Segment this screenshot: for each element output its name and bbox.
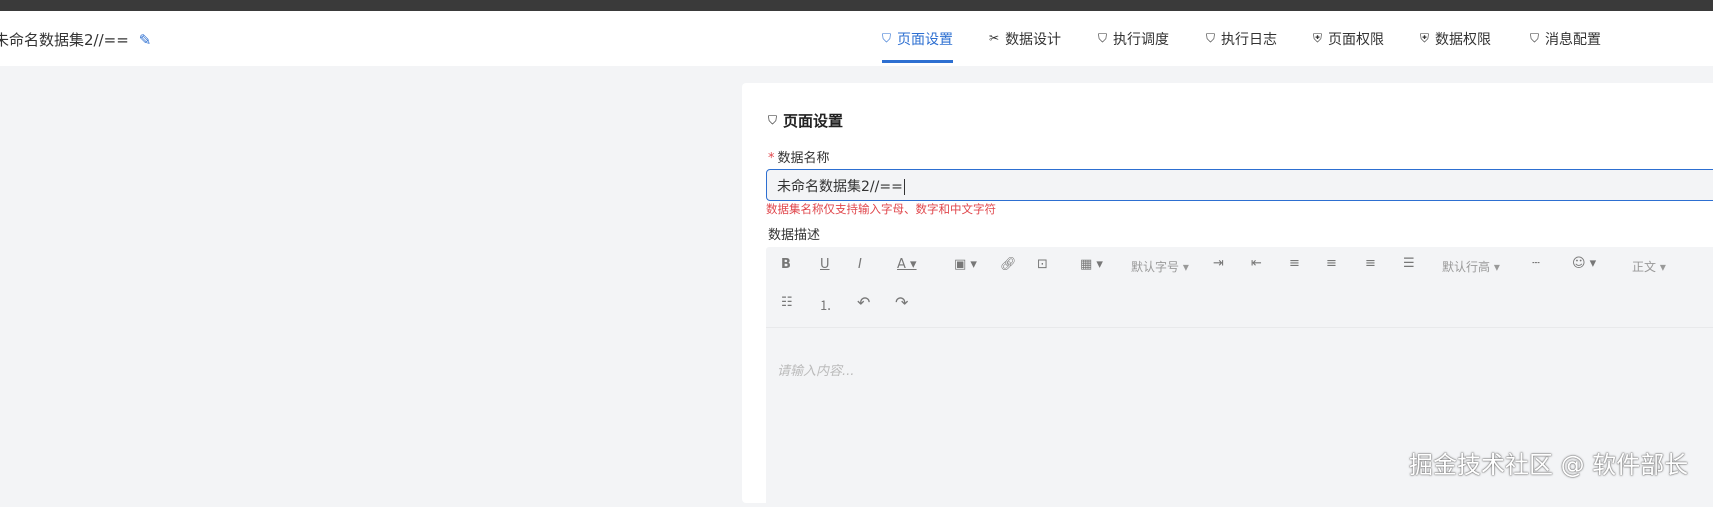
- toolbar-divider: [766, 327, 1713, 328]
- settings-panel: ⛉ 页面设置 * 数据名称 未命名数据集2//== 数据集名称仅支持输入字母、数字和…: [742, 83, 1713, 507]
- required-mark: *: [768, 151, 775, 166]
- font-size-value: 默认字号: [1131, 260, 1180, 274]
- tab-data-design[interactable]: ✂ 数据设计: [989, 29, 1061, 63]
- tab-label: 数据设计: [1005, 32, 1062, 48]
- tab-data-permissions[interactable]: ⛨ 数据权限: [1420, 29, 1491, 63]
- italic-icon[interactable]: I: [858, 257, 862, 272]
- description-placeholder: 请输入内容...: [777, 364, 855, 379]
- dataset-name-input[interactable]: 未命名数据集2//==: [766, 169, 1713, 201]
- align-center-icon[interactable]: ≡: [1326, 256, 1337, 271]
- bookmark-icon: ⛉: [1530, 31, 1540, 45]
- tab-page-settings[interactable]: ⛉ 页面设置: [882, 29, 954, 63]
- watermark: 掘金技术社区 @ 软件部长: [1409, 451, 1689, 479]
- pencil-icon[interactable]: ✎: [139, 31, 152, 49]
- tools-icon: ✂: [989, 31, 1000, 45]
- line-height-value: 默认行高: [1442, 260, 1491, 274]
- name-label: * 数据名称: [768, 147, 830, 166]
- font-color-icon[interactable]: A ▾: [897, 257, 917, 272]
- underline-icon[interactable]: U: [820, 257, 830, 272]
- tab-label: 消息配置: [1545, 32, 1602, 48]
- undo-icon[interactable]: ↶: [857, 293, 870, 312]
- tab-label: 执行日志: [1221, 32, 1278, 48]
- emoji-icon[interactable]: ☺ ▾: [1572, 256, 1596, 271]
- bookmark-icon: ⛉: [1098, 31, 1108, 45]
- outdent-icon[interactable]: ⇤: [1251, 256, 1262, 271]
- indent-icon[interactable]: ⇥: [1213, 256, 1224, 271]
- tab-label: 页面设置: [897, 32, 954, 48]
- bookmark-icon: ⛉: [1206, 31, 1216, 45]
- redo-icon[interactable]: ↷: [895, 293, 908, 312]
- description-label: 数据描述: [768, 228, 821, 243]
- line-height-select[interactable]: 默认行高 ▾: [1442, 258, 1500, 275]
- tab-logs[interactable]: ⛉ 执行日志: [1206, 29, 1277, 63]
- tab-schedule[interactable]: ⛉ 执行调度: [1098, 29, 1169, 63]
- font-size-select[interactable]: 默认字号 ▾: [1131, 258, 1189, 275]
- background-color-icon[interactable]: ▣ ▾: [954, 257, 977, 272]
- table-icon[interactable]: ▦ ▾: [1080, 257, 1103, 272]
- align-right-icon[interactable]: ≡: [1365, 256, 1376, 271]
- link-icon[interactable]: 🔗︎: [1000, 257, 1017, 272]
- window-top-bar: [0, 0, 1713, 11]
- bookmark-icon: ⛉: [882, 31, 892, 45]
- dataset-title: 未命名数据集2//== ✎: [0, 29, 151, 50]
- tab-label: 数据权限: [1435, 32, 1492, 48]
- name-label-text: 数据名称: [777, 151, 830, 166]
- name-error-message: 数据集名称仅支持输入字母、数字和中文字符: [766, 202, 996, 216]
- dataset-name-value: 未命名数据集2//==: [777, 179, 903, 195]
- tab-page-permissions[interactable]: ⛨ 页面权限: [1313, 29, 1384, 63]
- bold-icon[interactable]: B: [781, 257, 791, 272]
- tab-message-config[interactable]: ⛉ 消息配置: [1530, 29, 1601, 63]
- bullet-list-icon[interactable]: ☷: [781, 295, 793, 310]
- tab-label: 执行调度: [1113, 32, 1170, 48]
- shield-icon: ⛨: [1313, 31, 1323, 45]
- header: 未命名数据集2//== ✎ ⛉ 页面设置 ✂ 数据设计 ⛉ 执行调度 ⛉ 执行日志 ⛨ 页…: [0, 11, 1713, 66]
- numbered-list-icon[interactable]: ⒈: [819, 295, 832, 314]
- divider-icon[interactable]: ┄: [1532, 256, 1540, 271]
- section-heading: ⛉ 页面设置: [768, 110, 843, 131]
- align-left-icon[interactable]: ≡: [1289, 256, 1300, 271]
- dataset-title-text: 未命名数据集2//==: [0, 31, 129, 49]
- heading-value: 正文: [1632, 260, 1657, 274]
- section-heading-text: 页面设置: [783, 112, 844, 130]
- tab-label: 页面权限: [1328, 32, 1385, 48]
- heading-select[interactable]: 正文 ▾: [1632, 258, 1666, 275]
- justify-icon[interactable]: ☰: [1403, 256, 1415, 271]
- shield-icon: ⛨: [1420, 31, 1430, 45]
- bookmark-icon: ⛉: [768, 113, 778, 127]
- image-icon[interactable]: ⊡: [1037, 257, 1048, 272]
